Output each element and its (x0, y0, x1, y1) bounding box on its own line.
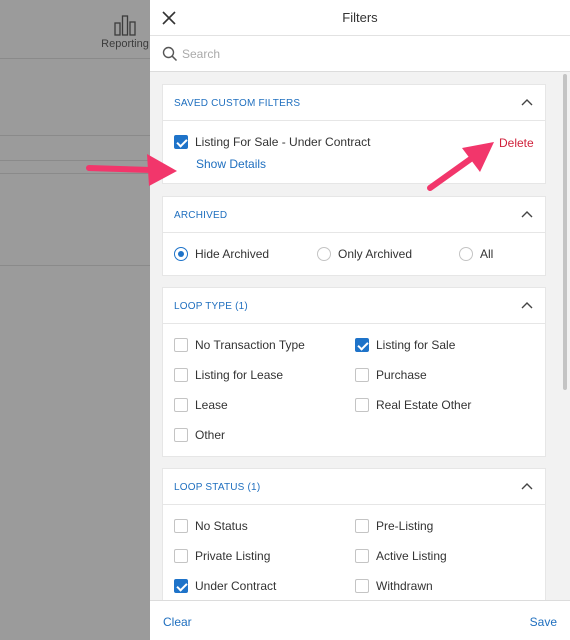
checkbox-listing-for-sale[interactable]: Listing for Sale (355, 338, 455, 352)
reporting-label: Reporting (101, 38, 149, 50)
clear-button[interactable]: Clear (163, 615, 192, 629)
checkbox-label: Active Listing (376, 549, 447, 563)
loop-status-header[interactable]: LOOP STATUS (1) (163, 469, 545, 505)
radio-label: Hide Archived (195, 247, 270, 261)
divider (0, 135, 150, 136)
checkbox-lease[interactable]: Lease (174, 398, 228, 412)
radio-all[interactable]: All (459, 247, 493, 261)
search-icon (162, 46, 178, 62)
checkbox-label: Withdrawn (376, 579, 433, 593)
radio-only-archived[interactable]: Only Archived (317, 247, 412, 261)
saved-filters-header[interactable]: SAVED CUSTOM FILTERS (163, 85, 545, 121)
background-app (0, 0, 150, 640)
checkbox[interactable] (355, 549, 369, 563)
saved-filter-checkbox[interactable]: Listing For Sale - Under Contract (174, 135, 370, 149)
archived-header[interactable]: ARCHIVED (163, 197, 545, 233)
panel-footer: Clear Save (150, 600, 570, 640)
delete-filter-link[interactable]: Delete (499, 136, 534, 150)
section-title: LOOP TYPE (1) (174, 301, 248, 312)
checkbox-label: No Status (195, 519, 248, 533)
checkbox-label: Purchase (376, 368, 427, 382)
checkbox-label: Real Estate Other (376, 398, 472, 412)
checkbox[interactable] (174, 338, 188, 352)
section-title: ARCHIVED (174, 210, 228, 221)
divider (0, 160, 150, 161)
search-bar (150, 36, 570, 72)
section-title: LOOP STATUS (1) (174, 482, 261, 493)
reporting-nav-item[interactable]: Reporting (95, 14, 155, 50)
saved-filters-section: SAVED CUSTOM FILTERS Listing For Sale - … (162, 84, 546, 184)
checkbox-pre-listing[interactable]: Pre-Listing (355, 519, 433, 533)
archived-section: ARCHIVED Hide Archived Only Archived All (162, 196, 546, 276)
chevron-up-icon[interactable] (521, 97, 533, 109)
chevron-up-icon[interactable] (521, 481, 533, 493)
checkbox-label: Private Listing (195, 549, 271, 563)
checkbox-withdrawn[interactable]: Withdrawn (355, 579, 433, 593)
loop-type-section: LOOP TYPE (1) No Transaction Type Listin… (162, 287, 546, 457)
checkbox-active-listing[interactable]: Active Listing (355, 549, 447, 563)
checkbox-private-listing[interactable]: Private Listing (174, 549, 270, 563)
checkbox-under-contract[interactable]: Under Contract (174, 579, 276, 593)
save-button[interactable]: Save (530, 615, 557, 629)
filters-scroll-area[interactable]: SAVED CUSTOM FILTERS Listing For Sale - … (150, 72, 570, 600)
checkbox-real-estate-other[interactable]: Real Estate Other (355, 398, 471, 412)
checkbox-label: Lease (195, 398, 228, 412)
checkbox-no-status[interactable]: No Status (174, 519, 248, 533)
checkbox[interactable] (174, 368, 188, 382)
loop-status-section: LOOP STATUS (1) No Status Pre-Listing Pr… (162, 468, 546, 600)
radio-label: All (480, 247, 494, 261)
checkbox[interactable] (355, 368, 369, 382)
checkbox-purchase[interactable]: Purchase (355, 368, 427, 382)
checkbox-label: No Transaction Type (195, 338, 305, 352)
checkbox-label: Other (195, 428, 226, 442)
loop-type-header[interactable]: LOOP TYPE (1) (163, 288, 545, 324)
checkbox[interactable] (355, 338, 369, 352)
radio-hide-archived[interactable]: Hide Archived (174, 247, 269, 261)
checkbox[interactable] (355, 398, 369, 412)
scrollbar[interactable] (563, 74, 567, 390)
checkbox-label: Listing for Lease (195, 368, 284, 382)
panel-title: Filters (342, 10, 378, 25)
radio[interactable] (459, 247, 473, 261)
bar-chart-icon (114, 15, 136, 36)
checkbox-label: Under Contract (195, 579, 277, 593)
radio[interactable] (317, 247, 331, 261)
radio[interactable] (174, 247, 188, 261)
search-input[interactable] (182, 44, 542, 64)
checkbox-label: Listing for Sale (376, 338, 456, 352)
divider (0, 265, 150, 266)
checkbox[interactable] (174, 428, 188, 442)
checkbox[interactable] (174, 398, 188, 412)
chevron-up-icon[interactable] (521, 209, 533, 221)
checkbox[interactable] (174, 135, 188, 149)
filters-panel: Filters SAVED CUSTOM FILTERS Listing For… (150, 0, 570, 640)
checkbox-label: Pre-Listing (376, 519, 434, 533)
checkbox-no-transaction-type[interactable]: No Transaction Type (174, 338, 305, 352)
checkbox[interactable] (174, 579, 188, 593)
divider (0, 58, 150, 59)
radio-label: Only Archived (338, 247, 413, 261)
checkbox-other[interactable]: Other (174, 428, 225, 442)
divider (0, 173, 150, 174)
checkbox[interactable] (355, 579, 369, 593)
checkbox[interactable] (174, 549, 188, 563)
panel-header: Filters (150, 0, 570, 36)
saved-filter-label: Listing For Sale - Under Contract (195, 135, 371, 149)
checkbox-listing-for-lease[interactable]: Listing for Lease (174, 368, 283, 382)
chevron-up-icon[interactable] (521, 300, 533, 312)
checkbox[interactable] (174, 519, 188, 533)
checkbox[interactable] (355, 519, 369, 533)
section-title: SAVED CUSTOM FILTERS (174, 98, 301, 109)
show-details-link[interactable]: Show Details (196, 157, 266, 171)
